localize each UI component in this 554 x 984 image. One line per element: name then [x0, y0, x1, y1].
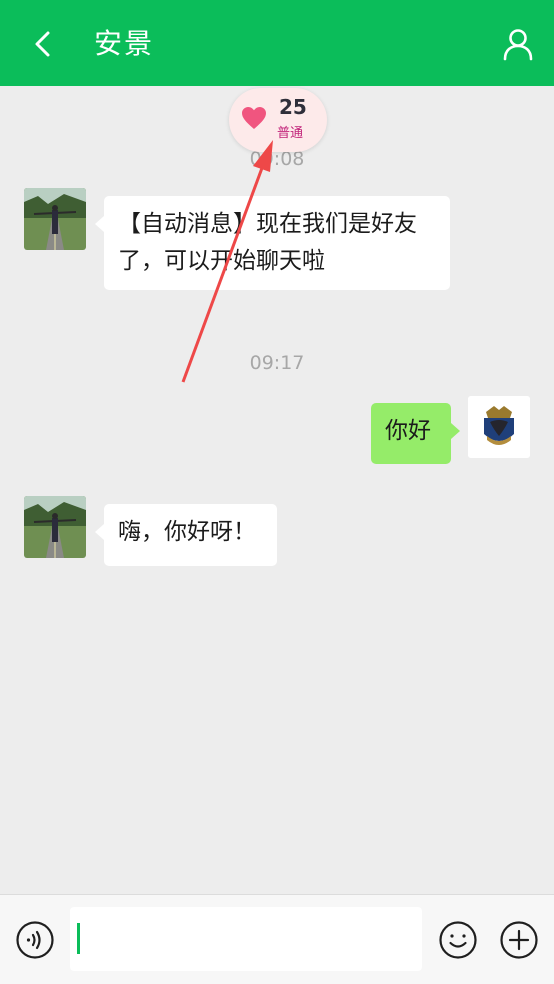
timestamp: 09:17 — [249, 352, 305, 374]
my-avatar[interactable] — [468, 396, 530, 458]
text-cursor — [77, 923, 80, 954]
friend-avatar[interactable] — [24, 496, 86, 558]
voice-button[interactable] — [15, 920, 55, 960]
intimacy-badge[interactable]: 25 普通 — [229, 88, 327, 152]
friend-avatar[interactable] — [24, 188, 86, 250]
voice-icon — [16, 921, 54, 959]
chat-title: 安景 — [94, 27, 155, 60]
intimacy-level: 普通 — [277, 126, 304, 141]
plus-icon — [500, 921, 538, 959]
app-header: 安景 — [0, 0, 554, 86]
heart-icon — [242, 107, 266, 129]
emoji-button[interactable] — [438, 920, 478, 960]
user-icon — [503, 29, 533, 61]
message-input[interactable] — [70, 907, 422, 971]
plus-button[interactable] — [499, 920, 539, 960]
back-button[interactable] — [26, 26, 62, 62]
chat-area[interactable]: 09:08 【自动消息】现在我们是好友了，可以开始聊天啦 09:17 你好 嗨，… — [0, 86, 554, 894]
input-bar — [0, 894, 554, 984]
message-bubble[interactable]: 嗨，你好呀！ — [95, 504, 277, 566]
message-bubble-own[interactable]: 你好 — [371, 403, 460, 464]
smiley-icon — [439, 921, 477, 959]
profile-button[interactable] — [500, 26, 536, 62]
chevron-left-icon — [35, 31, 50, 57]
message-bubble[interactable]: 【自动消息】现在我们是好友了，可以开始聊天啦 — [95, 196, 450, 290]
intimacy-score: 25 — [279, 95, 307, 119]
